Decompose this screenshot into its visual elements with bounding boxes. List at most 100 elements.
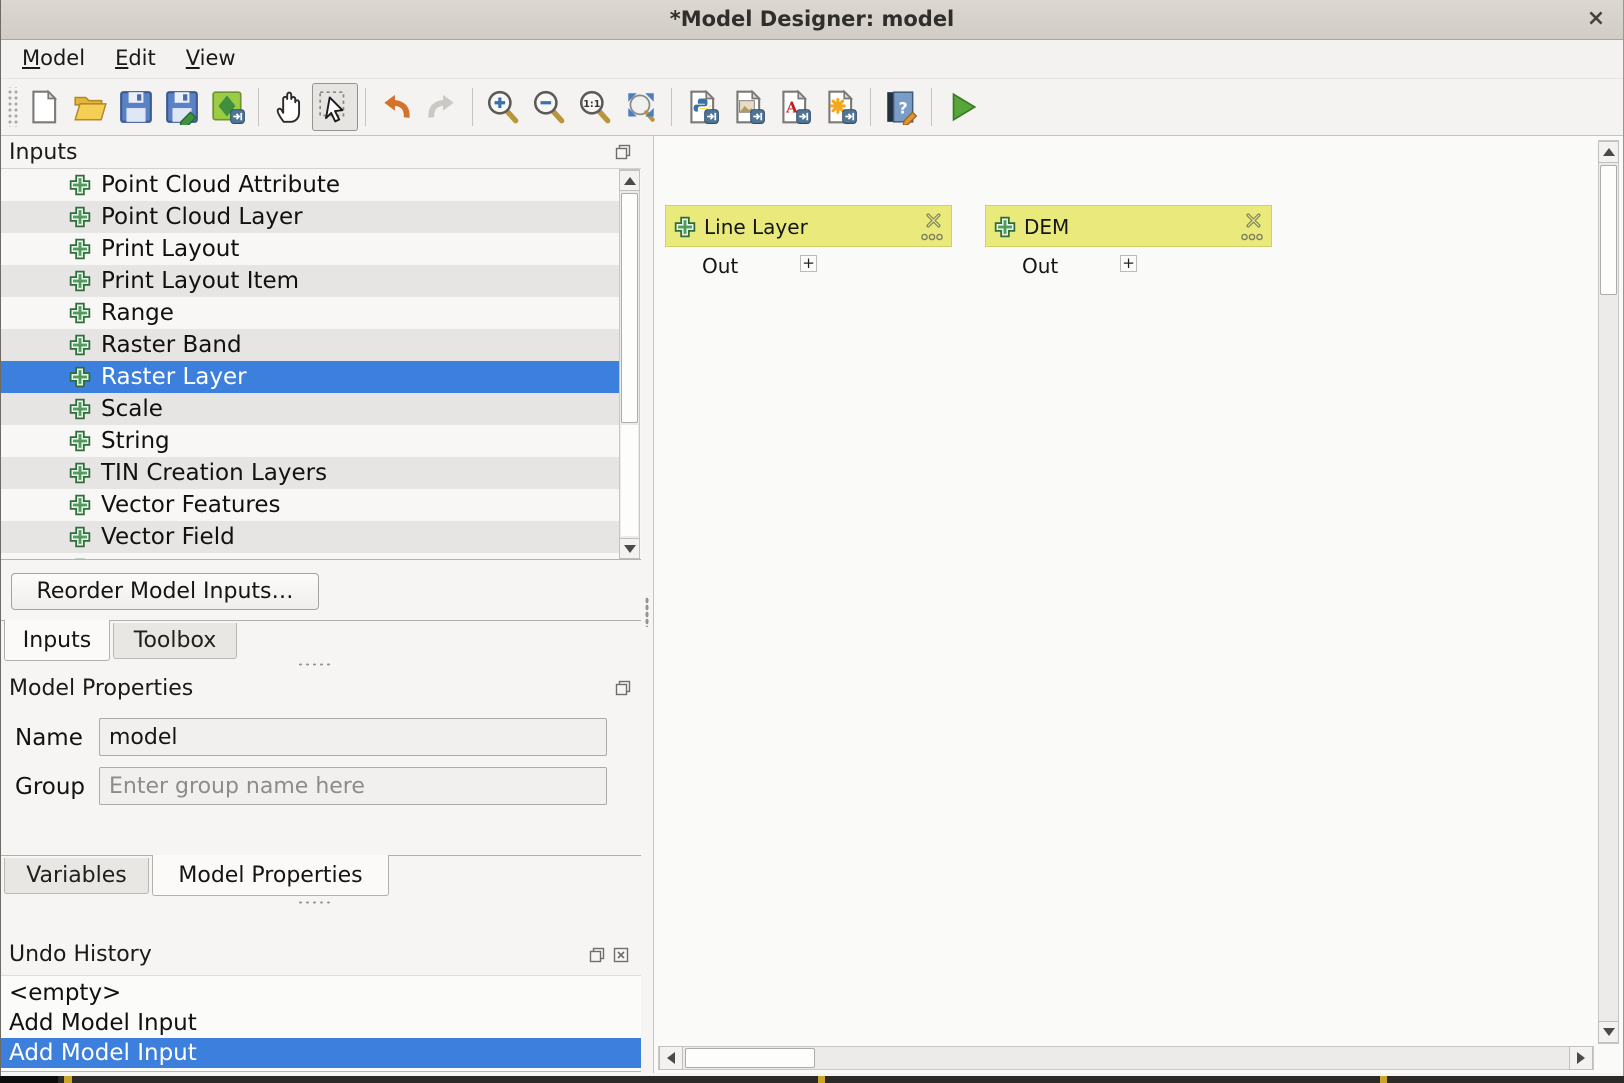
model-input-plus-icon [69,270,91,292]
splitter-handle[interactable] [297,662,331,667]
list-item[interactable]: Scale [1,393,619,425]
undo-history-item-selected[interactable]: Add Model Input [1,1038,641,1068]
canvas-horizontal-scrollbar[interactable] [658,1046,1594,1070]
float-panel-icon[interactable] [615,680,631,696]
new-model-icon [26,89,62,125]
list-item[interactable]: TIN Creation Layers [1,457,619,489]
scroll-up-button[interactable] [1598,141,1619,163]
scroll-left-button[interactable] [659,1046,683,1070]
undo-button[interactable] [373,83,419,131]
window-close-button[interactable]: × [1583,6,1609,32]
scrollbar-thumb[interactable] [621,193,638,423]
new-model-button[interactable] [21,83,67,131]
zoom-in-button[interactable] [480,83,526,131]
zoom-full-button[interactable] [618,83,664,131]
toolbar-separator [671,88,672,126]
scroll-down-button[interactable] [619,538,640,559]
tab-inputs[interactable]: Inputs [4,620,110,661]
model-canvas[interactable]: Line Layer Out + DEM [653,136,1623,1073]
zoom-out-button[interactable] [526,83,572,131]
delete-node-x-icon[interactable] [1245,212,1262,229]
model-group-input[interactable] [99,767,607,805]
group-label: Group [15,774,85,800]
close-panel-icon[interactable] [613,947,629,963]
background-strip [0,1076,1624,1083]
redo-button[interactable] [419,83,465,131]
scrollbar-thumb[interactable] [685,1048,815,1068]
list-item-selected[interactable]: Raster Layer [1,361,619,393]
undo-icon [378,89,414,125]
open-model-icon [72,89,108,125]
save-model-as-button[interactable] [159,83,205,131]
model-node-line-layer[interactable]: Line Layer [665,205,952,247]
menubar: Model Edit View [1,40,1623,78]
run-model-button[interactable] [939,83,985,131]
canvas-vertical-scrollbar[interactable] [1598,140,1619,1044]
left-dock-panel: Inputs Point Cloud Attribute Point Cloud… [1,136,641,1073]
list-item[interactable]: Print Layout [1,233,619,265]
list-item[interactable]: Raster Band [1,329,619,361]
select-move-item-tool-button[interactable] [312,83,358,131]
model-name-input[interactable] [99,718,607,756]
model-input-plus-icon [69,558,91,560]
save-model-in-project-button[interactable] [205,83,251,131]
list-item[interactable]: Vector Field [1,521,619,553]
scroll-right-button[interactable] [1569,1046,1593,1070]
undo-history-item[interactable]: Add Model Input [1,1008,641,1038]
float-panel-icon[interactable] [589,947,605,963]
ellipsis-circles-icon[interactable] [921,233,943,241]
inputs-list-scrollbar[interactable] [619,169,640,560]
list-item[interactable]: Point Cloud Layer [1,201,619,233]
menu-model[interactable]: Model [7,43,100,75]
list-item[interactable]: Print Layout Item [1,265,619,297]
tab-toolbox[interactable]: Toolbox [113,623,237,659]
reorder-model-inputs-button[interactable]: Reorder Model Inputs… [11,573,319,610]
node-expand-button[interactable]: + [800,255,817,272]
export-as-python-icon [684,89,720,125]
open-model-button[interactable] [67,83,113,131]
undo-history-list: <empty> Add Model Input Add Model Input [1,975,641,1072]
titlebar[interactable]: *Model Designer: model × [1,0,1623,40]
list-item[interactable]: String [1,425,619,457]
node-title: DEM [1024,215,1069,239]
model-input-plus-icon [69,430,91,452]
model-input-plus-icon [69,334,91,356]
zoom-actual-button[interactable]: 1:1 [572,83,618,131]
scrollbar-track[interactable] [621,425,638,536]
left-tabbar-bottom: Variables Model Properties [1,855,641,897]
export-as-svg-button[interactable] [817,83,863,131]
scrollbar-thumb[interactable] [1600,165,1617,295]
edit-model-help-button[interactable]: ? [878,83,924,131]
select-move-item-icon [317,89,353,125]
export-as-image-button[interactable] [725,83,771,131]
list-item[interactable]: Vector Layer [1,553,619,560]
tab-variables[interactable]: Variables [4,858,149,894]
list-item[interactable]: Point Cloud Attribute [1,169,619,201]
model-node-dem[interactable]: DEM [985,205,1272,247]
node-title: Line Layer [704,215,808,239]
scroll-down-button[interactable] [1598,1021,1619,1043]
list-item[interactable]: Vector Features [1,489,619,521]
save-model-button[interactable] [113,83,159,131]
delete-node-x-icon[interactable] [925,212,942,229]
ellipsis-circles-icon[interactable] [1241,233,1263,241]
main-area: Inputs Point Cloud Attribute Point Cloud… [1,136,1623,1073]
pan-tool-button[interactable] [266,83,312,131]
list-item[interactable]: Range [1,297,619,329]
background-segment [0,1076,58,1083]
undo-history-title: Undo History [9,942,152,967]
undo-history-item[interactable]: <empty> [1,978,641,1008]
background-segment [64,1076,72,1083]
scroll-up-button[interactable] [619,170,640,191]
menu-view[interactable]: View [171,43,251,75]
menu-edit[interactable]: Edit [100,43,171,75]
node-expand-button[interactable]: + [1120,255,1137,272]
export-as-pdf-button[interactable]: A [771,83,817,131]
node-out-label: Out [702,254,738,278]
toolbar-grip[interactable] [6,87,18,127]
splitter-handle[interactable] [297,900,331,905]
panel-canvas-splitter[interactable] [641,136,653,1073]
export-as-python-button[interactable] [679,83,725,131]
tab-model-properties[interactable]: Model Properties [152,855,389,896]
float-panel-icon[interactable] [615,144,631,160]
